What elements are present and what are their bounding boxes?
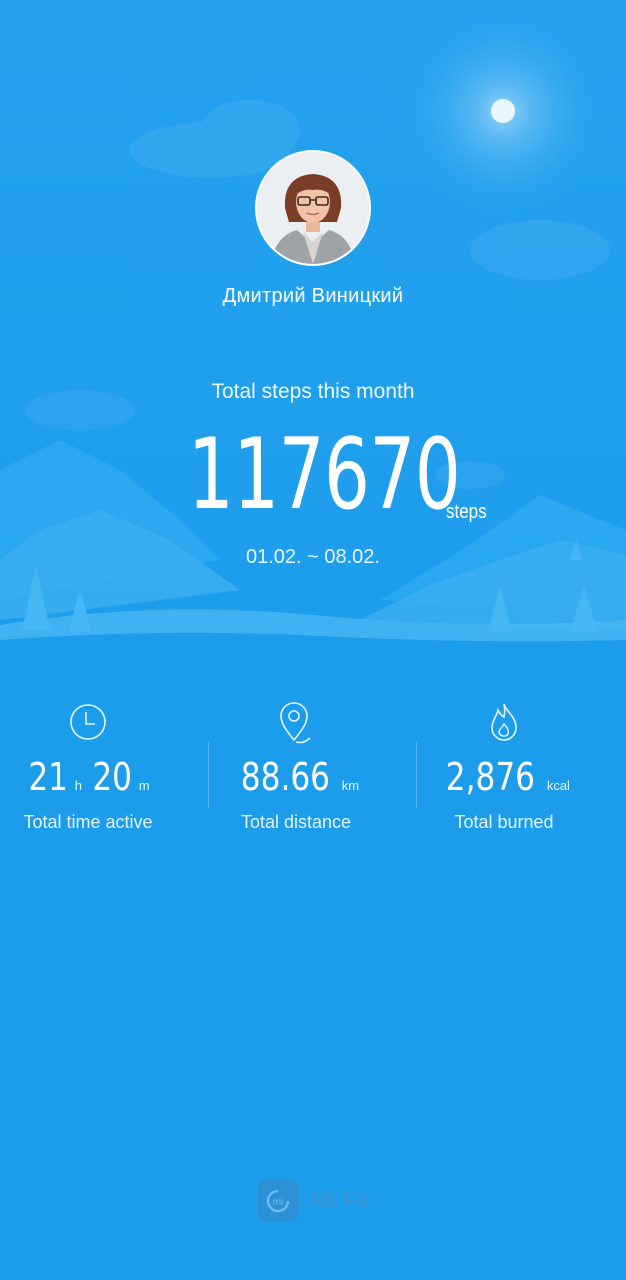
steps-total: 117670steps [0,420,626,530]
time-hours-unit: h [74,778,82,793]
app-name: Mi Fit [310,1187,370,1214]
location-pin-icon [192,700,400,744]
user-photo-icon [257,152,369,264]
steps-caption: Total steps this month [211,380,415,403]
flame-icon [400,700,608,744]
logo-text: mi [272,1197,283,1208]
time-hours: 21 [28,755,69,799]
date-range: 01.02. ~ 08.02. [245,546,380,568]
distance-label: Total distance [240,812,352,832]
time-minutes-unit: m [138,778,150,793]
distance-unit: km [341,778,360,793]
avatar[interactable] [255,150,371,266]
user-name: Дмитрий Виницкий [222,285,404,307]
mi-fit-logo-icon: mi [256,1180,299,1222]
time-minutes: 20 [92,755,133,799]
stats-summary: 21 h 20 m Total time active 88.66 km Total … [0,700,626,850]
app-brand: mi Mi Fit [0,1180,626,1222]
stat-distance: 88.66 km Total distance [192,700,400,833]
clock-icon [0,700,192,744]
stat-time-active: 21 h 20 m Total time active [0,700,192,833]
distance-value: 88.66 [240,755,330,799]
stat-calories: 2,876 kcal Total burned [400,700,608,833]
calories-unit: kcal [546,778,570,793]
calories-value: 2,876 [445,755,536,799]
time-active-label: Total time active [23,812,153,832]
steps-value: 117670 [187,418,461,532]
calories-label: Total burned [454,812,554,832]
sun-icon [491,99,515,123]
steps-unit: steps [446,501,487,523]
